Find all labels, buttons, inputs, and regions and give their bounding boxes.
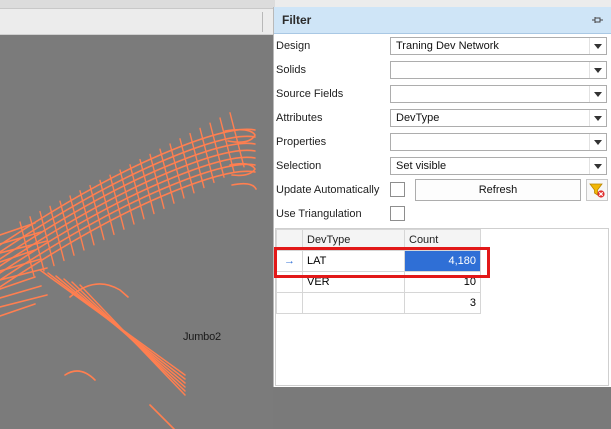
results-table: DevType Count → LAT 4,180 VER 10 3 bbox=[276, 229, 481, 314]
column-header-count[interactable]: Count bbox=[404, 229, 481, 251]
source-fields-dropdown[interactable] bbox=[390, 85, 607, 103]
attributes-dropdown[interactable]: DevType bbox=[390, 109, 607, 127]
row-indicator-header bbox=[276, 229, 303, 251]
drive-curve bbox=[64, 370, 96, 381]
drive-line bbox=[0, 285, 42, 299]
count-cell[interactable]: 10 bbox=[404, 271, 481, 293]
devtype-cell[interactable] bbox=[302, 292, 405, 314]
clear-filter-icon[interactable] bbox=[586, 179, 608, 201]
use-triangulation-label: Use Triangulation bbox=[276, 208, 362, 220]
table-row[interactable]: VER 10 bbox=[276, 271, 481, 293]
selection-label: Selection bbox=[276, 160, 322, 172]
panel-title: Filter bbox=[282, 13, 312, 27]
scene-label: Jumbo2 bbox=[183, 331, 221, 343]
properties-row: Properties bbox=[274, 130, 611, 154]
row-indicator bbox=[276, 292, 303, 314]
source-fields-row: Source Fields bbox=[274, 82, 611, 106]
use-triangulation-checkbox[interactable] bbox=[390, 206, 405, 221]
chevron-down-icon[interactable] bbox=[589, 134, 606, 150]
count-cell[interactable]: 3 bbox=[404, 292, 481, 314]
attributes-label: Attributes bbox=[276, 112, 323, 124]
column-header-devtype[interactable]: DevType bbox=[302, 229, 405, 251]
drive-curve bbox=[149, 404, 176, 429]
update-automatically-label: Update Automatically bbox=[276, 184, 380, 196]
filter-panel: Filter Design Traning Dev Network Solids… bbox=[273, 7, 611, 387]
table-row[interactable]: → LAT 4,180 bbox=[276, 250, 481, 272]
chevron-down-icon[interactable] bbox=[589, 86, 606, 102]
selection-value: Set visible bbox=[396, 160, 447, 172]
design-row: Design Traning Dev Network bbox=[274, 34, 611, 58]
table-row[interactable]: 3 bbox=[276, 292, 481, 314]
3d-viewport[interactable]: Jumbo2 bbox=[0, 35, 273, 429]
source-fields-label: Source Fields bbox=[276, 88, 344, 100]
chevron-down-icon[interactable] bbox=[589, 62, 606, 78]
pin-icon[interactable] bbox=[592, 14, 604, 26]
drive-line bbox=[179, 138, 195, 194]
solids-dropdown[interactable] bbox=[390, 61, 607, 79]
drive-curve bbox=[231, 182, 257, 190]
selection-row: Selection Set visible bbox=[274, 154, 611, 178]
chevron-down-icon[interactable] bbox=[589, 38, 606, 54]
tab-strip bbox=[0, 0, 275, 9]
design-value: Traning Dev Network bbox=[396, 40, 499, 52]
use-triangulation-row: Use Triangulation bbox=[274, 202, 611, 226]
drive-line bbox=[19, 221, 35, 277]
chevron-down-icon[interactable] bbox=[589, 110, 606, 126]
update-automatically-row: Update Automatically Refresh bbox=[274, 178, 611, 202]
refresh-button[interactable]: Refresh bbox=[415, 179, 581, 201]
results-grid: DevType Count → LAT 4,180 VER 10 3 bbox=[275, 228, 609, 386]
count-cell[interactable]: 4,180 bbox=[404, 250, 481, 272]
properties-label: Properties bbox=[276, 136, 327, 148]
chevron-down-icon[interactable] bbox=[589, 158, 606, 174]
devtype-cell[interactable]: VER bbox=[302, 271, 405, 293]
devtype-cell[interactable]: LAT bbox=[302, 250, 405, 272]
attributes-value: DevType bbox=[396, 112, 440, 124]
row-indicator-arrow-icon: → bbox=[276, 250, 303, 272]
update-automatically-checkbox[interactable] bbox=[390, 182, 405, 197]
properties-dropdown[interactable] bbox=[390, 133, 607, 151]
drive-line bbox=[109, 174, 125, 230]
design-label: Design bbox=[276, 40, 311, 52]
panel-header: Filter bbox=[274, 7, 611, 34]
drive-line bbox=[0, 294, 48, 308]
selection-dropdown[interactable]: Set visible bbox=[390, 157, 607, 175]
toolbar-divider bbox=[262, 12, 263, 32]
solids-label: Solids bbox=[276, 64, 306, 76]
table-header-row: DevType Count bbox=[276, 229, 481, 251]
scene-drawing bbox=[0, 112, 257, 429]
row-indicator bbox=[276, 271, 303, 293]
design-dropdown[interactable]: Traning Dev Network bbox=[390, 37, 607, 55]
drive-line bbox=[79, 284, 186, 396]
drive-line bbox=[99, 179, 115, 236]
attributes-row: Attributes DevType bbox=[274, 106, 611, 130]
solids-row: Solids bbox=[274, 58, 611, 82]
